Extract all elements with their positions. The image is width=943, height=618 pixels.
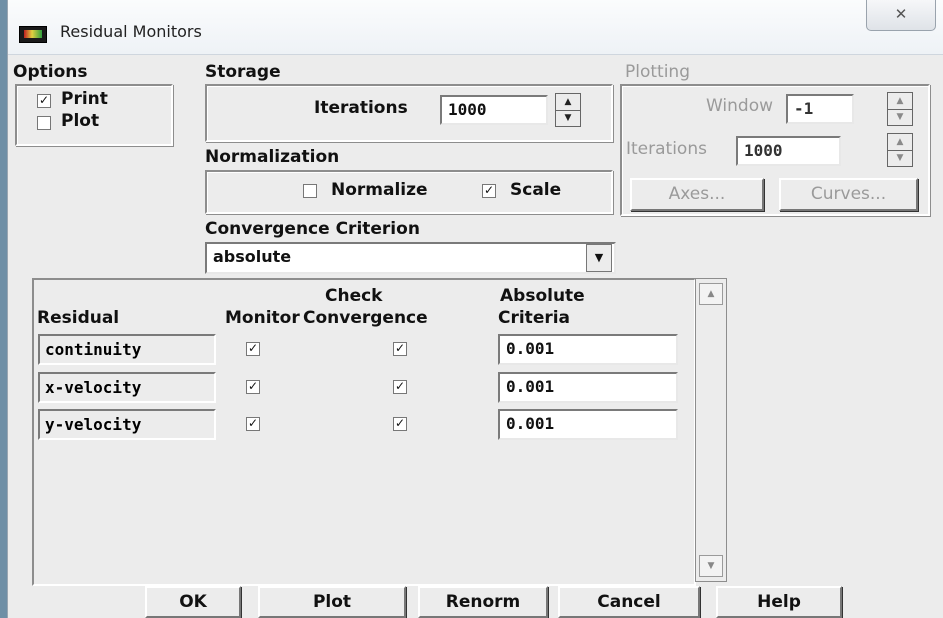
plotting-iterations-label: Iterations xyxy=(626,139,707,159)
print-checkbox[interactable]: ✓ xyxy=(37,94,51,108)
monitor-checkbox[interactable]: ✓ xyxy=(246,417,260,431)
plot-checkbox[interactable] xyxy=(37,116,51,130)
monitor-checkbox[interactable]: ✓ xyxy=(246,342,260,356)
normalize-label: Normalize xyxy=(331,180,428,200)
plotting-window-label: Window xyxy=(706,96,774,116)
spinner-down-icon[interactable]: ▼ xyxy=(556,110,580,126)
spinner-up-icon[interactable]: ▲ xyxy=(888,134,912,151)
convergence-criterion-select[interactable]: absolute xyxy=(205,242,616,274)
window-title: Residual Monitors xyxy=(60,22,202,41)
storage-iterations-label: Iterations xyxy=(314,98,408,118)
spinner-down-icon[interactable]: ▼ xyxy=(888,109,912,125)
plot-label: Plot xyxy=(61,111,100,131)
residual-name-continuity: continuity xyxy=(38,334,216,365)
plotting-iterations-input[interactable]: 1000 xyxy=(736,136,841,166)
normalization-heading: Normalization xyxy=(205,147,340,167)
plot-button[interactable]: Plot xyxy=(258,586,406,618)
scale-checkbox[interactable]: ✓ xyxy=(482,184,496,198)
normalization-panel: Normalize ✓ Scale xyxy=(205,170,613,214)
storage-heading: Storage xyxy=(205,62,281,82)
axes-button[interactable]: Axes... xyxy=(630,178,764,211)
col-abs-header-1: Absolute xyxy=(500,286,585,306)
normalize-checkbox[interactable] xyxy=(303,184,317,198)
spinner-up-icon[interactable]: ▲ xyxy=(888,93,912,110)
options-panel: ✓ Print Plot xyxy=(15,84,173,146)
check-convergence-checkbox[interactable]: ✓ xyxy=(393,342,407,356)
col-check-header-2: Convergence xyxy=(303,308,428,328)
residual-name-x-velocity: x-velocity xyxy=(38,372,216,403)
storage-iterations-input[interactable]: 1000 xyxy=(440,95,548,125)
col-abs-header-2: Criteria xyxy=(498,308,571,328)
plotting-iterations-spinner[interactable]: ▲ ▼ xyxy=(887,133,913,167)
scroll-up-icon[interactable]: ▲ xyxy=(699,283,723,305)
absolute-criteria-input[interactable]: 0.001 xyxy=(498,409,678,440)
print-label: Print xyxy=(61,89,108,109)
check-convergence-checkbox[interactable]: ✓ xyxy=(393,417,407,431)
options-heading: Options xyxy=(13,62,88,82)
plotting-heading: Plotting xyxy=(625,62,690,82)
help-button[interactable]: Help xyxy=(716,586,842,618)
renorm-button[interactable]: Renorm xyxy=(418,586,548,618)
ok-button[interactable]: OK xyxy=(145,586,241,618)
plotting-window-spinner[interactable]: ▲ ▼ xyxy=(887,92,913,126)
absolute-criteria-input[interactable]: 0.001 xyxy=(498,372,678,403)
app-icon xyxy=(19,26,47,43)
monitor-checkbox[interactable]: ✓ xyxy=(246,380,260,394)
spinner-down-icon[interactable]: ▼ xyxy=(888,150,912,166)
title-bar[interactable]: Residual Monitors ✕ xyxy=(8,0,943,55)
cancel-button[interactable]: Cancel xyxy=(558,586,700,618)
chevron-down-icon[interactable]: ▼ xyxy=(586,244,612,272)
storage-panel: Iterations 1000 ▲ ▼ xyxy=(205,84,613,142)
close-button[interactable]: ✕ xyxy=(866,0,936,31)
convergence-selected-value: absolute xyxy=(213,247,292,266)
residual-monitors-window: Residual Monitors ✕ Options ✓ Print Plot… xyxy=(7,0,943,618)
storage-iterations-spinner[interactable]: ▲ ▼ xyxy=(555,93,581,127)
spinner-up-icon[interactable]: ▲ xyxy=(556,94,580,111)
plotting-window-input[interactable]: -1 xyxy=(786,94,854,124)
col-monitor-header: Monitor xyxy=(225,308,300,328)
convergence-heading: Convergence Criterion xyxy=(205,219,420,239)
scroll-down-icon[interactable]: ▼ xyxy=(699,555,723,577)
col-check-header-1: Check xyxy=(325,286,383,306)
table-scrollbar[interactable]: ▲ ▼ xyxy=(695,278,727,582)
col-residual-header: Residual xyxy=(37,308,120,328)
check-convergence-checkbox[interactable]: ✓ xyxy=(393,380,407,394)
scale-label: Scale xyxy=(510,180,562,200)
absolute-criteria-input[interactable]: 0.001 xyxy=(498,334,678,365)
residual-name-y-velocity: y-velocity xyxy=(38,409,216,440)
curves-button[interactable]: Curves... xyxy=(779,178,918,211)
